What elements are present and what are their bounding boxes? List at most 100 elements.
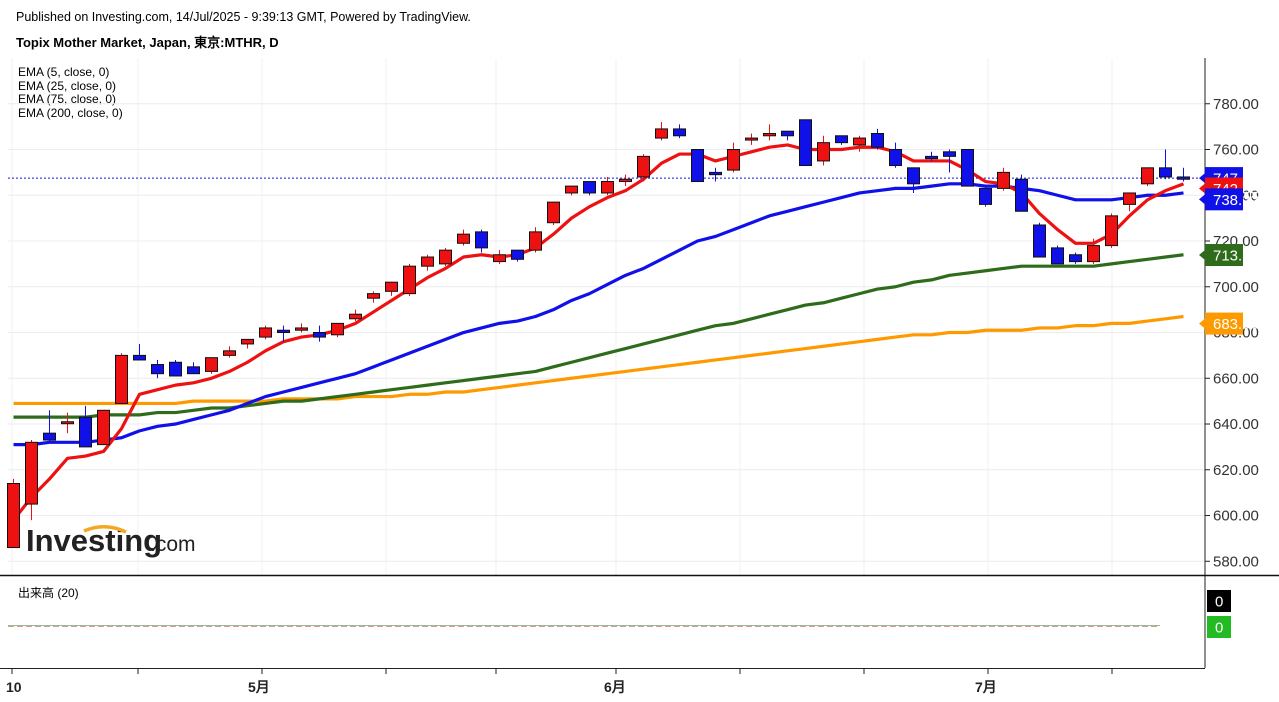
candle-body (943, 151, 956, 157)
candle-body (673, 128, 686, 137)
candle-body (1141, 167, 1154, 185)
candle-body (349, 313, 362, 320)
candle-body (1051, 247, 1064, 265)
candle-body (979, 187, 992, 205)
candle-body (313, 332, 326, 338)
ema-series-line (13, 182, 1184, 447)
candle-body (889, 149, 902, 167)
candle-body (295, 327, 308, 331)
candle-body (925, 155, 938, 160)
candle-body (385, 281, 398, 292)
y-tick-label: 600.00 (1213, 508, 1259, 525)
candle-body (1087, 245, 1100, 263)
x-tick-label: 6月 (604, 679, 626, 695)
y-tick-label: 760.00 (1213, 142, 1259, 159)
candle-body (835, 135, 848, 144)
candle-body (1159, 167, 1172, 178)
volume-tag-label: 0 (1215, 594, 1223, 611)
ema-series-line (13, 253, 1184, 419)
x-tick-label: 10 (6, 679, 22, 695)
price-tag-arrow (1199, 173, 1205, 184)
price-tag-label: 713.88 (1213, 248, 1259, 265)
candle-body (43, 432, 56, 441)
candle-body (619, 178, 632, 183)
candle-body (223, 350, 236, 356)
candle-body (853, 137, 866, 146)
price-tag-arrow (1199, 183, 1205, 194)
volume-pane: 00 (8, 590, 1231, 638)
candle-body (961, 149, 974, 187)
candle-body (259, 327, 272, 338)
volume-tag-label: 0 (1215, 620, 1223, 637)
candle-body (493, 254, 506, 263)
y-tick-label: 700.00 (1213, 279, 1259, 296)
candle-body (691, 149, 704, 183)
candle-body (439, 249, 452, 265)
price-tags: 747.50742.95738.22713.88683.90 (1199, 167, 1259, 335)
candle-body (25, 441, 38, 505)
candle-body (367, 293, 380, 299)
candle-body (655, 128, 668, 139)
candle-body (871, 132, 884, 148)
candle-body (547, 201, 560, 224)
price-tag-label: 738.22 (1213, 192, 1259, 209)
x-axis-ticks: 10 5月 6月 7月 (6, 668, 1113, 695)
y-tick-label: 620.00 (1213, 462, 1259, 479)
candle-body (1177, 176, 1190, 180)
candle-body (115, 354, 128, 404)
candle-body (763, 132, 776, 137)
candle-body (745, 137, 758, 141)
candle-body (511, 249, 524, 260)
candle-body (565, 185, 578, 194)
candle-body (151, 364, 164, 375)
volume-label: 出来高 (20) (18, 586, 79, 600)
candle-body (799, 119, 812, 167)
x-tick-label: 7月 (975, 679, 997, 695)
candle-body (421, 256, 434, 267)
candle-body (97, 409, 110, 446)
candle-body (403, 265, 416, 295)
candle-body (637, 155, 650, 178)
investing-logo: Investing .com (26, 523, 196, 558)
candle-body (1123, 192, 1136, 205)
candle-body (187, 366, 200, 375)
candle-body (457, 233, 470, 244)
candle-body (277, 329, 290, 334)
y-tick-label: 660.00 (1213, 370, 1259, 387)
x-tick-label: 5月 (248, 679, 270, 695)
candles (7, 119, 1190, 549)
price-tag-arrow (1199, 194, 1205, 205)
candle-body (7, 482, 20, 549)
candle-body (997, 171, 1010, 189)
candle-body (907, 167, 920, 185)
candle-body (241, 338, 254, 345)
price-chart[interactable]: 580.00600.00620.00640.00660.00680.00700.… (0, 0, 1279, 702)
candle-body (583, 181, 596, 194)
candle-body (1033, 224, 1046, 258)
candle-body (475, 231, 488, 249)
candle-body (727, 149, 740, 171)
y-tick-label: 640.00 (1213, 416, 1259, 433)
candle-body (169, 361, 182, 377)
logo-suffix: .com (150, 533, 196, 556)
candle-body (205, 357, 218, 372)
candle-body (331, 322, 344, 336)
candle-body (529, 231, 542, 251)
ema-series-line (13, 314, 1184, 406)
candle-body (133, 354, 146, 361)
candle-body (781, 130, 794, 137)
candle-body (79, 416, 92, 448)
y-tick-label: 580.00 (1213, 553, 1259, 570)
price-tag-label: 683.90 (1213, 316, 1259, 333)
candle-body (601, 181, 614, 194)
candle-body (1105, 215, 1118, 247)
candle-body (1015, 178, 1028, 212)
candle-body (817, 142, 830, 162)
candle-body (709, 171, 722, 176)
candle-body (1069, 254, 1082, 263)
y-tick-label: 780.00 (1213, 96, 1259, 113)
grid (8, 58, 1205, 575)
price-tag-arrow (1199, 318, 1205, 329)
candle-body (61, 421, 74, 425)
price-tag-arrow (1199, 250, 1205, 261)
